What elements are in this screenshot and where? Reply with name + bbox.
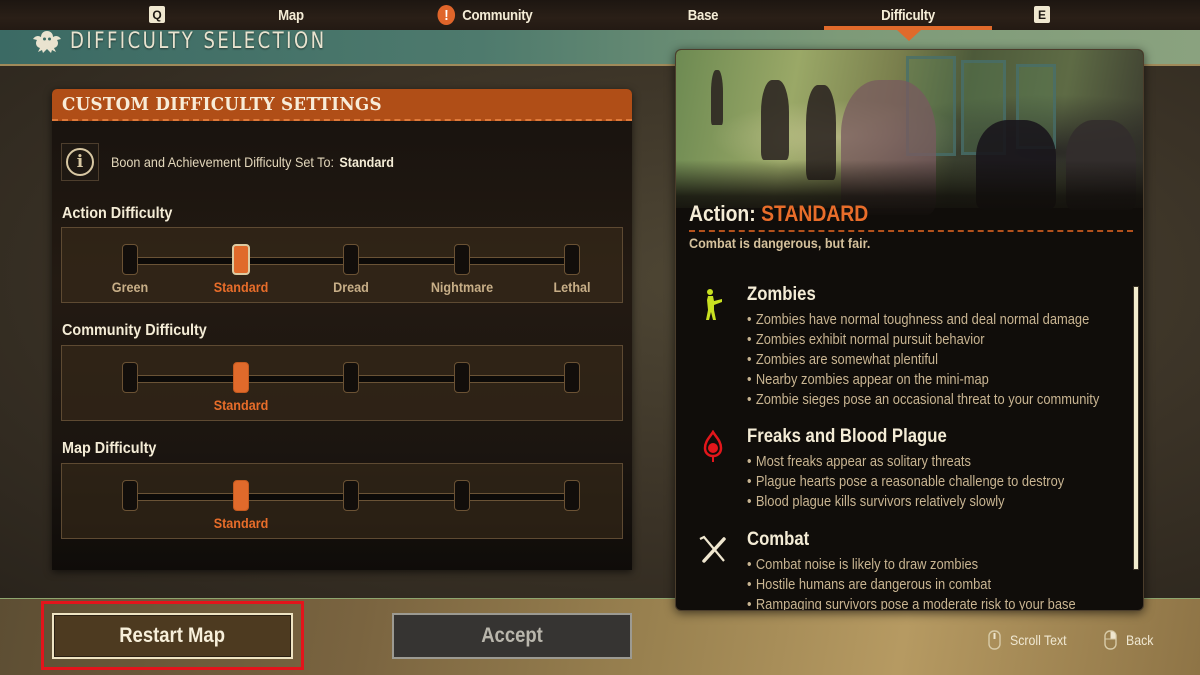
map-difficulty-slider[interactable]: Standard [61, 463, 623, 539]
action-difficulty-slider[interactable]: Green Standard Dread Nightmare Lethal [61, 227, 623, 303]
slider-level-label: Standard [213, 515, 268, 531]
details-title: Action: STANDARD [689, 201, 868, 227]
slider-notch-dread[interactable] [343, 480, 359, 511]
hint-label: Back [1126, 632, 1154, 648]
crest-icon [33, 31, 61, 53]
section-heading: Combat [747, 529, 810, 550]
bullet-item: Plague hearts pose a reasonable challeng… [747, 472, 1064, 492]
active-tab-pointer [897, 30, 921, 41]
bullet-item: Rampaging survivors pose a moderate risk… [747, 595, 1076, 610]
slider-handle-selected[interactable] [231, 244, 250, 275]
mouse-scroll-icon [988, 630, 1001, 650]
restart-map-button[interactable]: Restart Map [52, 613, 293, 659]
slider-level-label: Standard [213, 279, 268, 295]
bullet-item: Combat noise is likely to draw zombies [747, 555, 1076, 575]
slider-level-label: Nightmare [430, 279, 493, 295]
back-hint[interactable]: Back [1104, 630, 1157, 650]
details-subtitle: Combat is dangerous, but fair. [689, 235, 871, 251]
details-title-value: STANDARD [761, 201, 869, 226]
bullet-item: Hostile humans are dangerous in combat [747, 575, 1076, 595]
slider-notch-dread[interactable] [343, 362, 359, 393]
hint-label: Scroll Text [1010, 632, 1067, 648]
slider-notch-green[interactable] [122, 244, 138, 275]
crossed-weapons-icon [699, 535, 726, 563]
bullet-item: Zombies are somewhat plentiful [747, 350, 1099, 370]
panel-header: CUSTOM DIFFICULTY SETTINGS [52, 89, 632, 121]
bullet-item: Nearby zombies appear on the mini-map [747, 370, 1099, 390]
section-bullets: Zombies have normal toughness and deal n… [747, 310, 1143, 410]
tab-base[interactable]: Base [668, 0, 738, 30]
slider-handle-selected[interactable] [232, 362, 249, 393]
slider-handle-selected[interactable] [232, 480, 249, 511]
title-divider [689, 230, 1133, 232]
boon-difficulty-info: i Boon and Achievement Difficulty Set To… [61, 143, 425, 181]
slider-notch-green[interactable] [122, 362, 138, 393]
page-title: DIFFICULTY SELECTION [70, 28, 327, 54]
alert-icon: ! [437, 5, 456, 25]
tab-label: Difficulty [881, 6, 935, 24]
prev-tab-key-hint[interactable]: Q [149, 6, 165, 23]
tab-community[interactable]: ! Community [432, 0, 538, 30]
slider-level-label: Dread [333, 279, 369, 295]
bullet-item: Blood plague kills survivors relatively … [747, 492, 1064, 512]
bullet-item: Zombies have normal toughness and deal n… [747, 310, 1099, 330]
page-header: DIFFICULTY SELECTION [30, 26, 383, 56]
restart-map-label: Restart Map [119, 624, 226, 647]
accept-label: Accept [481, 624, 543, 647]
slider-notch-green[interactable] [122, 480, 138, 511]
map-difficulty-label: Map Difficulty [62, 440, 157, 457]
scene-figure [711, 70, 723, 125]
panel-title: CUSTOM DIFFICULTY SETTINGS [62, 93, 382, 115]
slider-level-label: Green [111, 279, 149, 295]
scroll-text-hint: Scroll Text [988, 630, 1074, 650]
details-scrollbar[interactable] [1133, 286, 1139, 570]
section-heading: Freaks and Blood Plague [747, 426, 947, 447]
info-text: Boon and Achievement Difficulty Set To: [111, 154, 334, 170]
tab-label: Map [278, 6, 304, 24]
slider-level-label: Standard [213, 397, 268, 413]
community-difficulty-slider[interactable]: Standard [61, 345, 623, 421]
custom-difficulty-panel: CUSTOM DIFFICULTY SETTINGS i Boon and Ac… [52, 89, 632, 570]
zombie-icon [706, 289, 722, 320]
bullet-item: Zombies exhibit normal pursuit behavior [747, 330, 1099, 350]
slider-notch-lethal[interactable] [564, 244, 580, 275]
slider-notch-nightmare[interactable] [453, 244, 470, 275]
tab-label: Community [462, 6, 533, 24]
details-title-prefix: Action: [689, 201, 756, 226]
mouse-right-click-icon [1104, 630, 1117, 650]
info-icon-box: i [61, 143, 99, 181]
slider-notch-dread[interactable] [343, 244, 359, 275]
scene-figure [761, 80, 789, 160]
slider-notch-nightmare[interactable] [453, 480, 470, 511]
section-heading: Zombies [747, 284, 816, 305]
slider-notch-lethal[interactable] [564, 480, 580, 511]
accept-button[interactable]: Accept [392, 613, 632, 659]
slider-notch-nightmare[interactable] [453, 362, 470, 393]
section-bullets: Combat noise is likely to draw zombies H… [747, 555, 1129, 610]
bullet-item: Zombie sieges pose an occasional threat … [747, 390, 1099, 410]
difficulty-details-panel: Action: STANDARD Combat is dangerous, bu… [675, 49, 1144, 611]
info-icon: i [66, 148, 94, 176]
blood-plague-skull-icon [703, 430, 723, 462]
tab-label: Base [687, 6, 719, 24]
info-value: Standard [339, 154, 394, 170]
section-bullets: Most freaks appear as solitary threats P… [747, 452, 1116, 512]
action-difficulty-label: Action Difficulty [62, 205, 173, 222]
slider-level-label: Lethal [553, 279, 591, 295]
bullet-item: Most freaks appear as solitary threats [747, 452, 1064, 472]
next-tab-key-hint[interactable]: E [1034, 6, 1050, 23]
details-scroll-area[interactable]: Zombies Zombies have normal toughness an… [676, 280, 1143, 610]
slider-notch-lethal[interactable] [564, 362, 580, 393]
community-difficulty-label: Community Difficulty [62, 322, 207, 339]
